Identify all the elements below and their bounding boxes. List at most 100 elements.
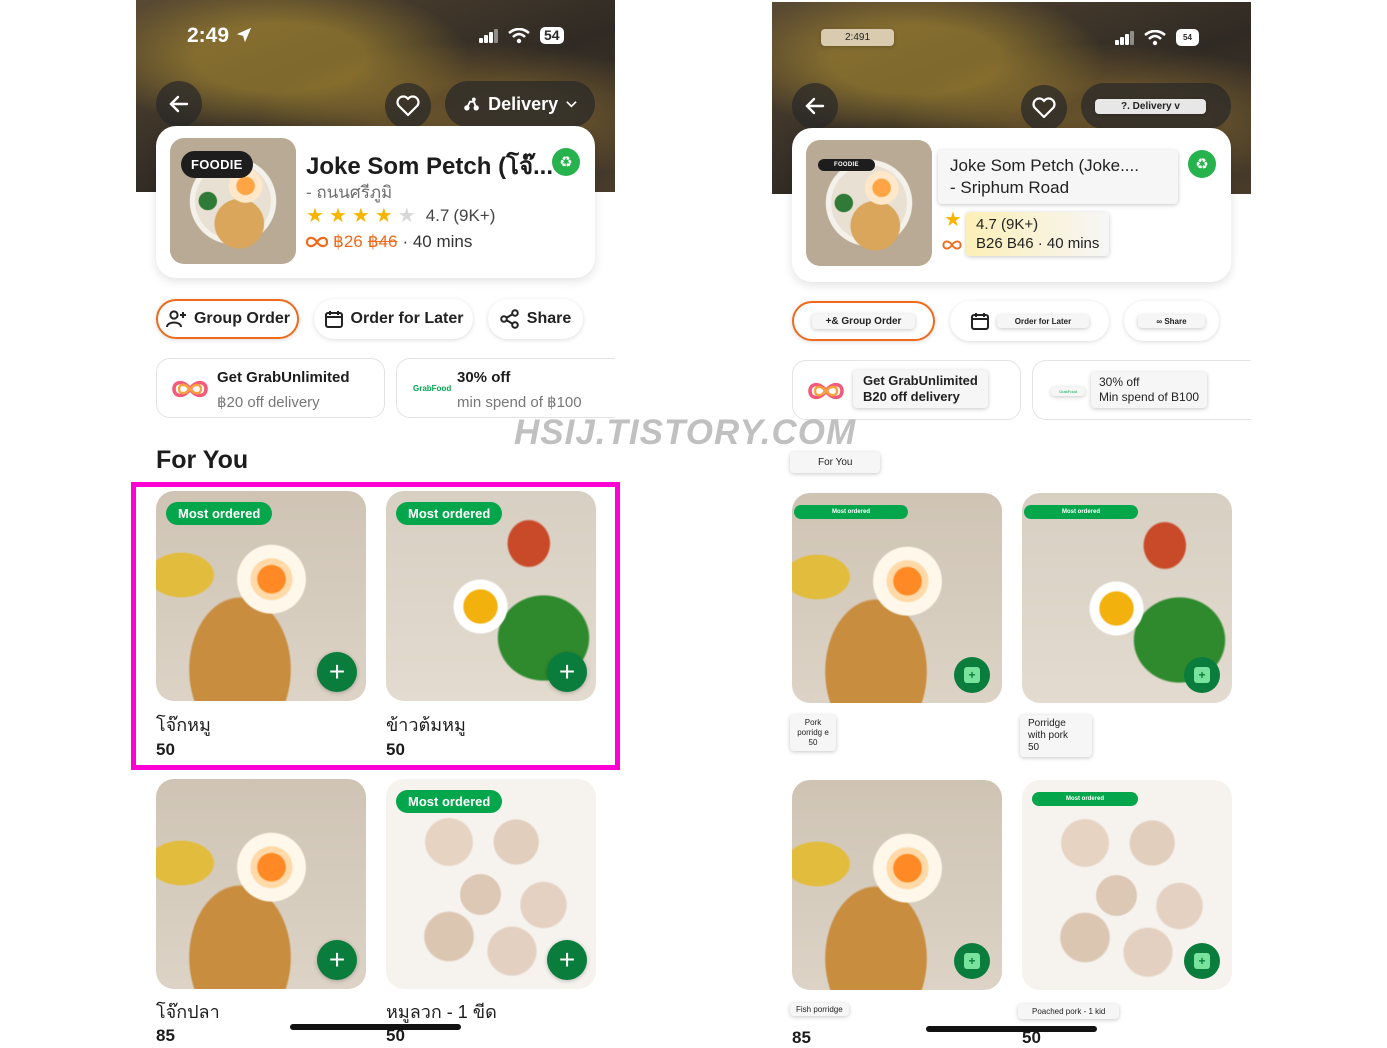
share-button[interactable]: ∞ Share	[1124, 301, 1219, 341]
star-icon: ★	[374, 205, 394, 227]
most-ordered-badge: Most ordered	[794, 505, 909, 519]
left-status-time: 2:49	[187, 24, 253, 48]
most-ordered-badge: Most ordered	[1024, 505, 1139, 519]
add-to-cart-button[interactable]: +	[954, 943, 990, 979]
restaurant-name: Joke Som Petch (Joke.... - Sriphum Road	[938, 150, 1178, 204]
rating-price-tag: 4.7 (9K+) B26 B46 · 40 mins	[966, 212, 1110, 256]
battery-indicator: 54	[1176, 29, 1199, 46]
order-later-button[interactable]: Order for Later	[950, 301, 1109, 341]
price-discounted: ฿26	[333, 232, 363, 251]
menu-item-price: 50	[808, 738, 818, 747]
menu-item-name[interactable]: Poached pork - 1 kid	[1018, 1004, 1120, 1019]
promo-grab-unlimited[interactable]: Get GrabUnlimited B20 off delivery	[792, 360, 1021, 420]
delivery-mode-button[interactable]: ?. Delivery v	[1081, 83, 1231, 129]
promo-grabfood-discount[interactable]: GrabFood 30% off min spend of ฿100	[396, 358, 615, 418]
review-count: (9K+)	[453, 205, 496, 225]
menu-item-label-tag[interactable]: Pork porridg e 50	[790, 715, 836, 751]
most-ordered-badge: Most ordered	[1032, 792, 1139, 806]
right-status-icons: 54	[1115, 29, 1199, 46]
right-status-time: 2:491	[821, 29, 895, 46]
highlight-box	[131, 482, 620, 770]
chevron-down-icon	[566, 101, 577, 108]
restaurant-card: FOODIE Joke Som Petch (Joke.... - Sriphu…	[792, 128, 1231, 282]
rating-row: ★ ★ ★ ★ ★ 4.7 (9K+)	[306, 203, 495, 228]
section-title-for-you: For You	[790, 452, 881, 473]
rating-line: 4.7 (9K+)	[976, 216, 1039, 233]
promo-text-tag: Get GrabUnlimited B20 off delivery	[853, 370, 988, 408]
menu-item-price: 85	[792, 1028, 811, 1047]
menu-item-name[interactable]: โจ๊กปลา	[156, 997, 220, 1026]
left-status-icons: 54	[479, 27, 564, 44]
add-to-cart-button[interactable]: +	[1184, 943, 1220, 979]
share-label: Share	[526, 310, 572, 327]
signal-icon	[479, 28, 498, 43]
menu-item-name: Pork porridg e	[797, 718, 829, 737]
left-time-text: 2:49	[187, 24, 230, 47]
star-icon: ★	[328, 205, 348, 227]
group-order-button[interactable]: Group Order	[156, 299, 299, 339]
promo-text-tag: 30% off Min spend of B100	[1091, 372, 1208, 408]
section-title-for-you: For You	[156, 446, 249, 474]
rating-value: 4.7	[425, 205, 450, 225]
restaurant-name-line1: Joke Som Petch (Joke....	[950, 156, 1139, 175]
most-ordered-badge: Most ordered	[396, 790, 503, 813]
home-indicator	[290, 1024, 461, 1030]
promo-subtitle: min spend of ฿100	[457, 394, 582, 411]
grab-unlimited-logo-icon	[808, 382, 844, 400]
promo-subtitle: Min spend of B100	[1099, 390, 1200, 404]
group-order-label: Group Order	[193, 310, 290, 327]
favorite-button[interactable]	[1021, 85, 1067, 131]
promo-grab-unlimited[interactable]: Get GrabUnlimited ฿20 off delivery	[156, 358, 385, 418]
arrow-left-icon	[805, 97, 825, 115]
restaurant-name-line2: - Sriphum Road	[950, 178, 1070, 197]
menu-item-name[interactable]: Fish porridge	[790, 1003, 849, 1016]
add-to-cart-button[interactable]: +	[954, 657, 990, 693]
plus-icon: +	[964, 667, 980, 683]
promo-title: Get GrabUnlimited	[217, 369, 350, 386]
plus-icon: +	[1194, 667, 1210, 683]
heart-icon	[1032, 97, 1056, 119]
delivery-label: ?. Delivery v	[1095, 98, 1206, 114]
home-indicator	[926, 1026, 1097, 1032]
eco-leaf-icon: ♻	[1188, 150, 1216, 178]
order-later-button[interactable]: Order for Later	[314, 299, 473, 339]
back-button[interactable]	[156, 81, 202, 127]
battery-indicator: 54	[540, 27, 564, 44]
favorite-button[interactable]	[385, 83, 431, 129]
grab-unlimited-logo-icon	[172, 380, 208, 398]
calendar-icon	[324, 311, 343, 328]
star-icon: ★	[944, 209, 963, 231]
delivery-mode-button[interactable]: Delivery	[445, 81, 595, 127]
share-button[interactable]: Share	[488, 299, 583, 339]
star-empty-icon: ★	[397, 205, 417, 227]
price-row: ฿26 ฿46 · 40 mins	[306, 232, 472, 252]
delivery-eta: · 40 mins	[402, 232, 473, 251]
promo-title: 30% off	[1099, 375, 1140, 389]
menu-item-name[interactable]: หมูลวก - 1 ขีด	[386, 997, 497, 1026]
grabfood-logo: GrabFood	[413, 384, 452, 393]
calendar-icon	[970, 313, 989, 330]
group-add-icon	[165, 310, 186, 328]
eco-leaf-icon: ♻	[552, 148, 580, 176]
back-button[interactable]	[792, 83, 838, 129]
grab-unlimited-icon	[306, 236, 328, 248]
order-later-label: Order for Later	[350, 310, 464, 327]
add-to-cart-button[interactable]: +	[1184, 657, 1220, 693]
restaurant-card: FOODIE Joke Som Petch (โจ๊... ♻ - ถนนศรี…	[156, 126, 595, 278]
menu-item-name: Porridge with pork	[1028, 718, 1069, 741]
wifi-icon	[508, 27, 530, 43]
add-to-cart-button[interactable]: +	[317, 940, 357, 980]
star-icon: ★	[306, 205, 325, 227]
arrow-left-icon	[169, 95, 189, 113]
price-original: ฿46	[367, 232, 398, 251]
group-order-button[interactable]: +& Group Order	[792, 301, 935, 341]
add-to-cart-button[interactable]: +	[547, 940, 587, 980]
plus-icon: +	[964, 953, 980, 969]
heart-icon	[396, 95, 420, 117]
menu-item-label-tag[interactable]: Porridge with pork 50	[1020, 715, 1092, 757]
menu-item-price: 85	[156, 1026, 175, 1045]
price-line: B26 B46 · 40 mins	[976, 235, 1100, 252]
group-order-label: +& Group Order	[811, 313, 916, 329]
promo-grabfood-discount[interactable]: GrabFood 30% off Min spend of B100	[1032, 360, 1251, 420]
scooter-icon	[464, 97, 479, 111]
